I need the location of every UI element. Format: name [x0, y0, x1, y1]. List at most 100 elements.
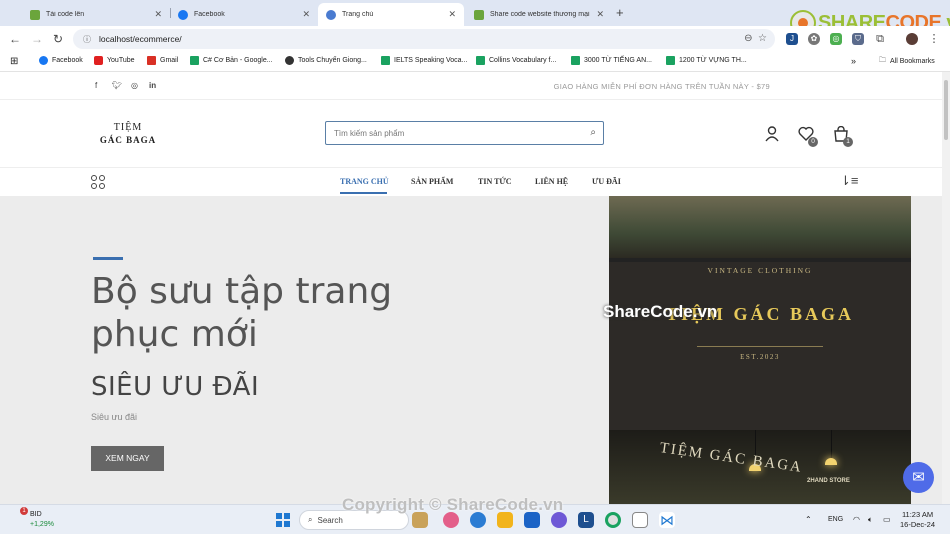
- vscode-icon[interactable]: ⋈: [659, 512, 675, 528]
- bookmark-youtube[interactable]: YouTube: [94, 56, 135, 65]
- bookmark-facebook[interactable]: Facebook: [39, 56, 83, 65]
- copyright-watermark: Copyright © ShareCode.vn: [342, 495, 564, 514]
- bookmark-tools[interactable]: Tools Chuyển Giong...: [285, 56, 367, 65]
- instagram-icon[interactable]: ◎: [131, 81, 138, 90]
- sort-filter-icon[interactable]: ⇂≡: [840, 173, 858, 189]
- site-favicon-icon: [326, 9, 336, 20]
- forward-arrow-icon[interactable]: →: [31, 32, 43, 46]
- page-scrollbar[interactable]: [942, 72, 950, 504]
- volume-icon[interactable]: 🔈︎: [868, 515, 873, 525]
- all-bookmarks-folder[interactable]: 🗀 All Bookmarks: [879, 56, 935, 67]
- facebook-icon[interactable]: f: [95, 81, 97, 90]
- extension-icon[interactable]: ✿: [808, 33, 820, 45]
- chevron-up-icon[interactable]: ⌃: [805, 515, 812, 524]
- language-indicator[interactable]: ENG: [828, 516, 843, 523]
- bookmark-collins[interactable]: Collins Vocabulary f...: [476, 56, 556, 65]
- bookmark-1200-tu[interactable]: 1200 TỪ VỰNG TH...: [666, 56, 747, 65]
- drive-icon: [476, 56, 485, 65]
- tab-upload-code[interactable]: Tải code lên ✕: [22, 3, 170, 26]
- web-page: f 🐦︎ ◎ in GIAO HÀNG MIỄN PHÍ ĐƠN HÀNG TR…: [0, 72, 942, 504]
- drive-icon: [381, 56, 390, 65]
- user-account-icon[interactable]: [765, 126, 779, 146]
- storefront-photo: VINTAGE CLOTHING TIỆM GÁC BAGA EST.2023 …: [609, 196, 911, 504]
- tab-facebook[interactable]: Facebook ✕: [170, 3, 318, 26]
- twitter-icon[interactable]: 🐦︎: [112, 81, 122, 90]
- url-text[interactable]: localhost/ecommerce/: [99, 34, 182, 44]
- puzzle-extensions-icon[interactable]: ⧉: [874, 33, 886, 45]
- close-tab-icon[interactable]: ✕: [154, 9, 162, 20]
- gmail-icon: [147, 56, 156, 65]
- tools-icon: [285, 56, 294, 65]
- hero-title: Bộ sưu tập trang phục mới: [91, 271, 393, 355]
- nav-uu-dai[interactable]: ƯU ĐÃI: [592, 177, 621, 186]
- more-menu-icon[interactable]: ⋮: [928, 33, 940, 45]
- product-search-input[interactable]: Tìm kiếm sản phẩm ⌕: [325, 121, 604, 145]
- wifi-icon[interactable]: ◠: [853, 515, 860, 524]
- windows-start-icon[interactable]: [276, 513, 290, 527]
- tab-share-code[interactable]: Share code website thương mại ✕: [466, 3, 612, 26]
- profile-avatar[interactable]: [906, 33, 918, 45]
- nav-tin-tuc[interactable]: TIN TỨC: [478, 177, 512, 186]
- category-grid-icon[interactable]: [91, 175, 105, 189]
- reload-icon[interactable]: ↻: [53, 32, 63, 46]
- close-tab-icon[interactable]: ✕: [448, 9, 456, 20]
- promo-banner: GIAO HÀNG MIỄN PHÍ ĐƠN HÀNG TRÊN TUẦN NÀ…: [553, 82, 770, 91]
- hero-subtitle: SIÊU ƯU ĐÃI: [91, 372, 260, 402]
- youtube-icon: [94, 56, 103, 65]
- chrome-icon[interactable]: [605, 512, 621, 528]
- back-arrow-icon[interactable]: ←: [9, 32, 21, 46]
- cart-count-badge: 1: [843, 137, 853, 147]
- stock-widget[interactable]: 1 BID +1,29%: [12, 507, 54, 530]
- extension-icon[interactable]: J: [786, 33, 798, 45]
- tab-trang-chu[interactable]: Trang chủ ✕: [318, 3, 464, 26]
- close-tab-icon[interactable]: ✕: [302, 9, 310, 20]
- bookmark-3000-tu[interactable]: 3000 TỪ TIẾNG AN...: [571, 56, 652, 65]
- top-strip: f 🐦︎ ◎ in GIAO HÀNG MIỄN PHÍ ĐƠN HÀNG TR…: [0, 72, 942, 100]
- hero-banner: Bộ sưu tập trang phục mới SIÊU ƯU ĐÃI Si…: [0, 196, 942, 504]
- hero-caption: Siêu ưu đãi: [91, 412, 138, 422]
- linkedin-icon[interactable]: in: [149, 81, 156, 90]
- main-navigation: TRANG CHỦ SẢN PHẨM TIN TỨC LIÊN HỆ ƯU ĐÃ…: [0, 168, 942, 196]
- address-bar[interactable]: ⓘ localhost/ecommerce/ ⊖ ☆: [73, 29, 775, 49]
- folder-icon: 🗀: [879, 57, 886, 64]
- nav-san-pham[interactable]: SẢN PHẨM: [411, 177, 453, 186]
- extension-icon[interactable]: ◎: [830, 33, 842, 45]
- store-signboard: [609, 258, 911, 430]
- sharecode-favicon-icon: [30, 9, 40, 20]
- bookmarks-bar: ⊞ Facebook YouTube Gmail C# Cơ Bản - Goo…: [0, 52, 950, 72]
- more-bookmarks-chevron-icon[interactable]: »: [851, 56, 856, 66]
- drive-icon: [190, 56, 199, 65]
- sharecode-favicon-icon: [474, 9, 484, 20]
- active-nav-underline: [340, 192, 387, 194]
- messenger-chat-icon[interactable]: ✉: [903, 462, 934, 493]
- bookmark-csharp[interactable]: C# Cơ Bản - Google...: [190, 56, 273, 65]
- zoom-and-bookmark-icons[interactable]: ⊖ ☆: [744, 33, 767, 44]
- shield-extension-icon[interactable]: ⛉: [852, 33, 864, 45]
- apps-grid-icon[interactable]: ⊞: [10, 56, 18, 67]
- bookmark-gmail[interactable]: Gmail: [147, 56, 178, 65]
- l-app-icon[interactable]: L: [578, 512, 594, 528]
- search-placeholder: Tìm kiếm sản phẩm: [334, 128, 405, 138]
- site-info-icon[interactable]: ⓘ: [83, 34, 91, 45]
- search-icon: ⌕: [308, 515, 313, 524]
- close-tab-icon[interactable]: ✕: [596, 9, 604, 20]
- site-logo[interactable]: TIỆM GÁC BAGA: [98, 122, 158, 146]
- system-clock[interactable]: 11:23 AM 16-Dec-24: [900, 510, 935, 530]
- search-icon[interactable]: ⌕: [590, 127, 596, 138]
- hero-accent-bar: [93, 257, 123, 260]
- drive-icon: [571, 56, 580, 65]
- new-tab-icon[interactable]: +: [616, 5, 624, 20]
- nav-trang-chu[interactable]: TRANG CHỦ: [340, 177, 389, 186]
- chat-app-icon[interactable]: [632, 512, 648, 528]
- drive-icon: [666, 56, 675, 65]
- lamp-icon: [825, 458, 837, 465]
- facebook-favicon-icon: [178, 9, 188, 20]
- browser-toolbar: ← → ↻ ⓘ localhost/ecommerce/ ⊖ ☆ J ✿ ◎ ⛉…: [0, 26, 950, 52]
- facebook-icon: [39, 56, 48, 65]
- battery-icon[interactable]: ▭: [883, 515, 891, 524]
- site-header: TIỆM GÁC BAGA Tìm kiếm sản phẩm ⌕ 0 1: [0, 100, 942, 168]
- wishlist-count-badge: 0: [808, 137, 818, 147]
- bookmark-ielts[interactable]: IELTS Speaking Voca...: [381, 56, 467, 65]
- nav-lien-he[interactable]: LIÊN HỆ: [535, 177, 568, 186]
- shop-now-button[interactable]: XEM NGAY: [91, 446, 164, 471]
